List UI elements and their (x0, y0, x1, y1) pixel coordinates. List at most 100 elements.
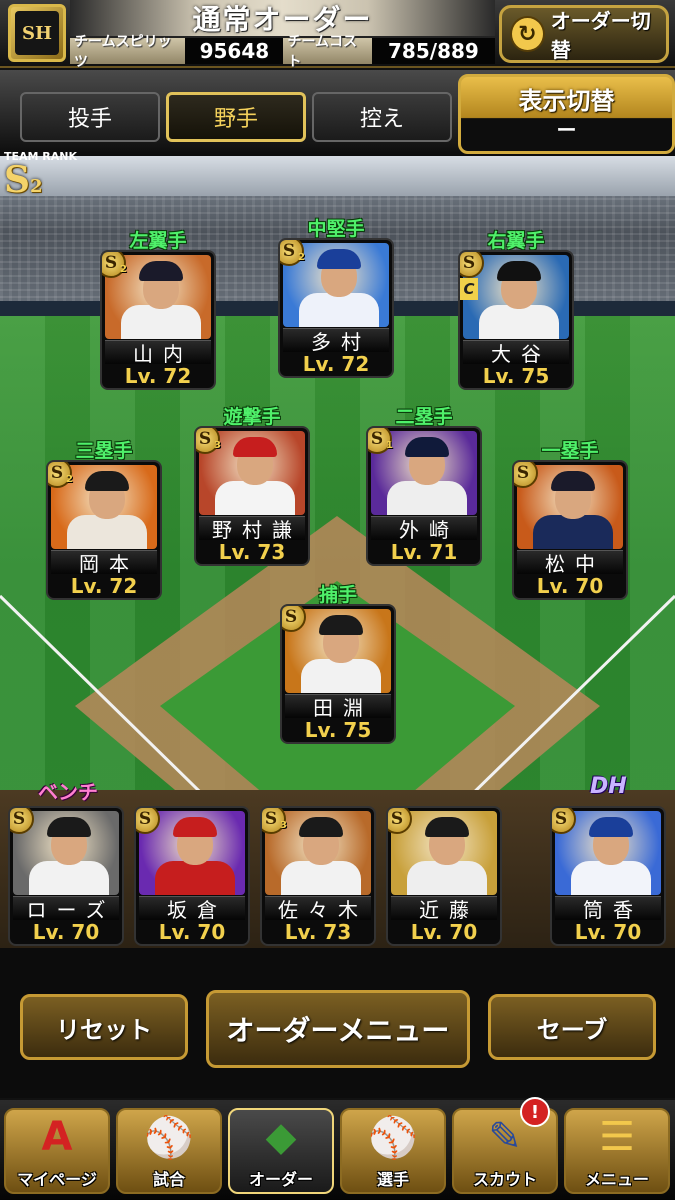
position-label: 遊撃手 (223, 406, 281, 428)
bench-slot-3[interactable]: S 3 佐々木 Lv. 73 (260, 806, 376, 946)
cost-value: 785/889 (371, 38, 495, 64)
bench-slot-4[interactable]: S 近藤 Lv. 70 (386, 806, 502, 946)
team-logo-text: SH (15, 11, 59, 55)
display-switch-value: ー (556, 118, 577, 142)
position-label: 一塁手 (541, 440, 599, 462)
slot-catcher[interactable]: 捕手 S 田淵 Lv. 75 (280, 580, 396, 744)
player-card[interactable]: S 大谷 Lv. 75 C (458, 250, 574, 390)
limit-break-count: 2 (66, 474, 73, 485)
player-name: 坂倉 (139, 896, 245, 922)
player-name: 田淵 (285, 694, 391, 720)
player-card[interactable]: S 3 佐々木 Lv. 73 (260, 806, 376, 946)
player-name: 岡本 (51, 550, 157, 576)
team-rank-value: S2 (4, 159, 94, 201)
position-label: 中堅手 (307, 218, 365, 240)
spirits-label: チームスピリッツ (70, 34, 186, 70)
player-jersey (29, 861, 109, 895)
player-card[interactable]: S ローズ Lv. 70 (8, 806, 124, 946)
player-level: Lv. 73 (284, 920, 352, 944)
slot-left-field[interactable]: 左翼手 S 2 山内 Lv. 72 (100, 226, 216, 390)
player-cap (173, 817, 217, 837)
action-area: リセット オーダーメニュー セーブ (0, 948, 675, 1098)
player-jersey (533, 515, 613, 549)
slot-second-base[interactable]: 二塁手 S 1 外崎 Lv. 71 (366, 402, 482, 566)
nav-players[interactable]: ⚾ 選手 (340, 1108, 446, 1194)
player-cap (405, 437, 449, 457)
swap-icon: ↻ (510, 16, 545, 52)
player-card[interactable]: S 1 外崎 Lv. 71 (366, 426, 482, 566)
nav-mypage[interactable]: A マイページ (4, 1108, 110, 1194)
save-button[interactable]: セーブ (488, 994, 656, 1060)
nav-menu[interactable]: ☰ メニュー (564, 1108, 670, 1194)
player-level: Lv. 70 (536, 574, 604, 598)
player-card[interactable]: S 3 野村謙 Lv. 73 (194, 426, 310, 566)
position-label: 三塁手 (75, 440, 133, 462)
player-jersey (281, 861, 361, 895)
slot-first-base[interactable]: 一塁手 S 松中 Lv. 70 (512, 436, 628, 600)
slot-right-field[interactable]: 右翼手 S 大谷 Lv. 75 C (458, 226, 574, 390)
player-jersey (571, 861, 651, 895)
player-cap (319, 615, 363, 635)
player-card[interactable]: S 筒香 Lv. 70 (550, 806, 666, 946)
scout-notification-badge: ! (520, 1097, 550, 1127)
nav-order[interactable]: ◆ オーダー (228, 1108, 334, 1194)
player-card[interactable]: S 2 山内 Lv. 72 (100, 250, 216, 390)
player-name: 山内 (105, 340, 211, 366)
tab-fielder[interactable]: 野手 (166, 92, 306, 142)
reset-button[interactable]: リセット (20, 994, 188, 1060)
bench-slot-1[interactable]: S ローズ Lv. 70 (8, 806, 124, 946)
player-cap (47, 817, 91, 837)
slot-shortstop[interactable]: 遊撃手 S 3 野村謙 Lv. 73 (194, 402, 310, 566)
player-jersey (67, 515, 147, 549)
player-level: Lv. 72 (302, 352, 370, 376)
player-cap (551, 471, 595, 491)
slot-center-field[interactable]: 中堅手 S 2 多村 Lv. 72 (278, 214, 394, 378)
order-menu-button[interactable]: オーダーメニュー (206, 990, 470, 1068)
player-jersey (215, 481, 295, 515)
captain-mark-icon: C (460, 278, 478, 300)
limit-break-count: 2 (298, 252, 305, 263)
nav-players-label: 選手 (376, 1170, 409, 1189)
nav-menu-label: メニュー (584, 1170, 649, 1189)
player-card[interactable]: S 田淵 Lv. 75 (280, 604, 396, 744)
team-rank: TEAM RANK S2 (4, 150, 94, 210)
player-name: 大谷 (463, 340, 569, 366)
player-level: Lv. 70 (410, 920, 478, 944)
display-switch-label: 表示切替 (518, 87, 615, 115)
dh-slot[interactable]: S 筒香 Lv. 70 (550, 806, 666, 946)
tab-reserve[interactable]: 控え (312, 92, 452, 142)
player-level: Lv. 73 (218, 540, 286, 564)
team-rank-letter: S (4, 159, 30, 201)
player-card[interactable]: S 近藤 Lv. 70 (386, 806, 502, 946)
player-card[interactable]: S 2 多村 Lv. 72 (278, 238, 394, 378)
player-level: Lv. 75 (304, 718, 372, 742)
slot-third-base[interactable]: 三塁手 S 2 岡本 Lv. 72 (46, 436, 162, 600)
nav-game[interactable]: ⚾ 試合 (116, 1108, 222, 1194)
player-name: 佐々木 (265, 896, 371, 922)
display-switch-button[interactable]: 表示切替 ー (458, 74, 675, 154)
limit-break-count: 1 (386, 440, 393, 451)
player-card[interactable]: S 2 岡本 Lv. 72 (46, 460, 162, 600)
menu-icon: ☰ (599, 1114, 635, 1160)
player-jersey (301, 659, 381, 693)
order-switch-button[interactable]: ↻ オーダー切替 (499, 5, 669, 63)
player-cap (589, 817, 633, 837)
position-label: 二塁手 (395, 406, 453, 428)
player-card[interactable]: S 坂倉 Lv. 70 (134, 806, 250, 946)
stadium-roof (0, 156, 675, 196)
position-label: 左翼手 (129, 230, 187, 252)
nav-scout-label: スカウト (472, 1170, 537, 1189)
limit-break-count: 2 (120, 264, 127, 275)
dh-label: DH (590, 774, 627, 799)
player-card[interactable]: S 松中 Lv. 70 (512, 460, 628, 600)
player-cap (85, 471, 129, 491)
bench-slot-2[interactable]: S 坂倉 Lv. 70 (134, 806, 250, 946)
player-level: Lv. 70 (32, 920, 100, 944)
player-cap (425, 817, 469, 837)
tab-pitcher[interactable]: 投手 (20, 92, 160, 142)
player-cap (299, 817, 343, 837)
player-jersey (407, 861, 487, 895)
player-name: 近藤 (391, 896, 497, 922)
player-level: Lv. 71 (390, 540, 458, 564)
player-level: Lv. 70 (158, 920, 226, 944)
